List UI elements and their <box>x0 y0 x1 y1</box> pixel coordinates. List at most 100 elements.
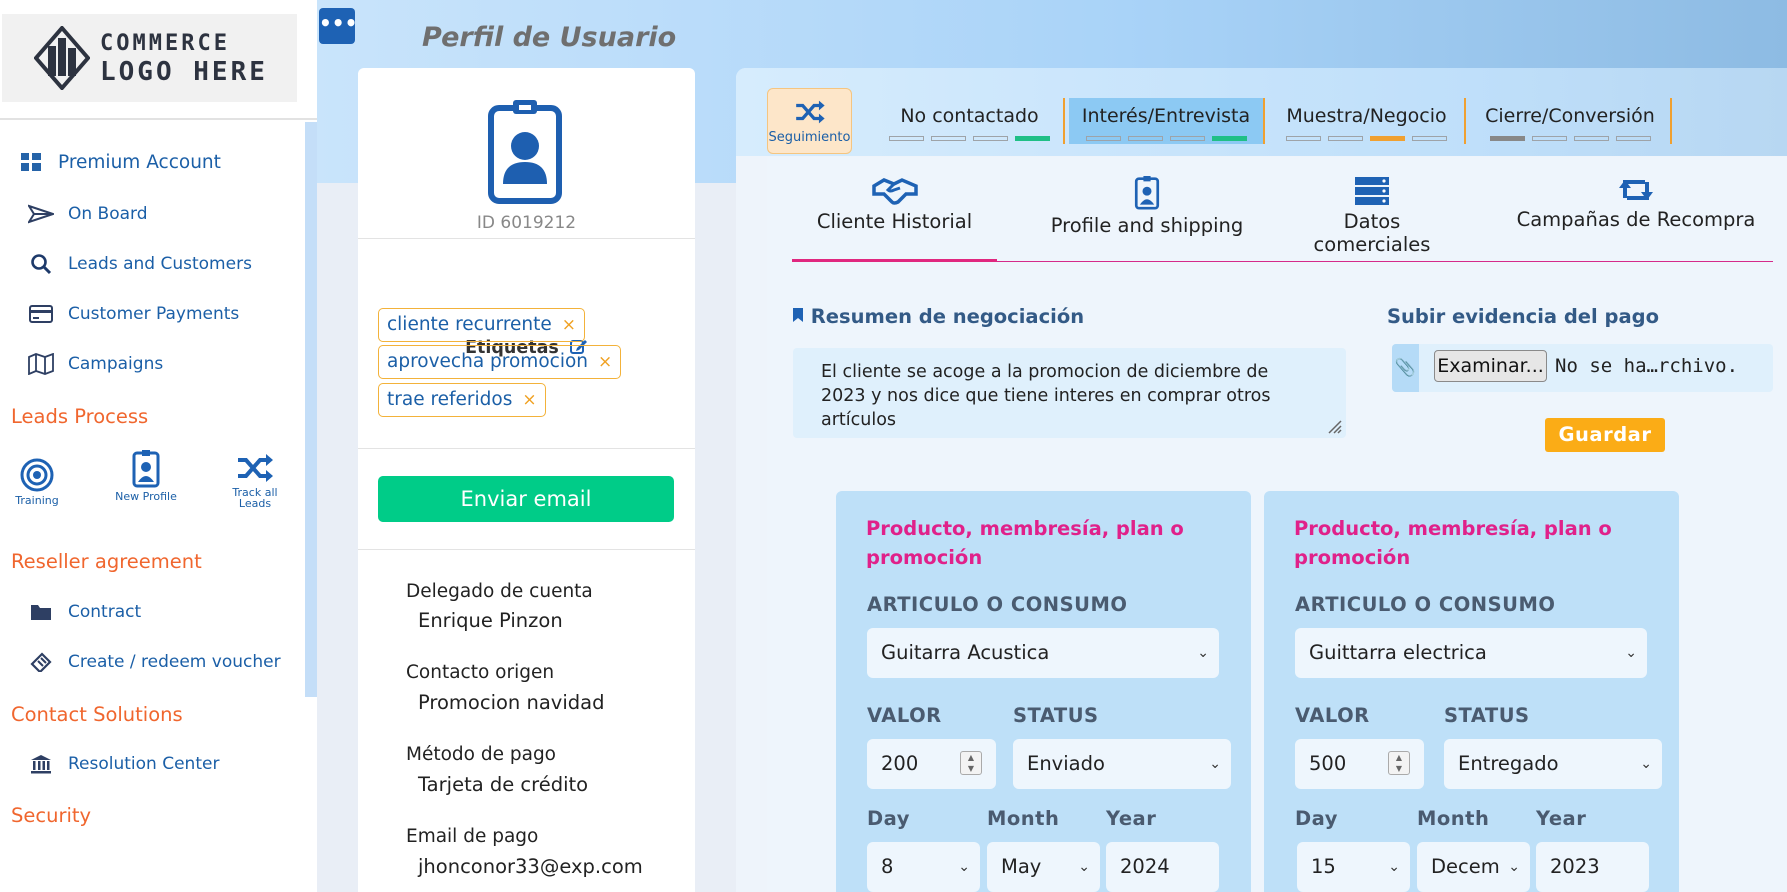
tab-cliente-historial[interactable]: Cliente Historial <box>792 176 997 233</box>
tag-label: trae referidos <box>387 389 513 410</box>
stage-label: No contactado <box>900 105 1039 127</box>
chevron-down-icon: ⌄ <box>1640 756 1652 772</box>
payment-email-label: Email de pago <box>406 826 539 847</box>
stage-muestra-negocio[interactable]: Muestra/Negocio <box>1269 98 1466 144</box>
status-select[interactable]: Enviado ⌄ <box>1013 739 1231 789</box>
valor-input[interactable]: 200 ▲ ▼ <box>867 739 996 789</box>
valor-value: 200 <box>881 752 919 775</box>
section-reseller-agreement: Reseller agreement <box>11 550 202 573</box>
stage-interes-entrevista[interactable]: Interés/Entrevista <box>1069 98 1265 144</box>
month-label: Month <box>987 807 1060 830</box>
file-input[interactable]: 📎 Examinar... No se ha…rchivo. <box>1392 344 1773 392</box>
month-label: Month <box>1417 807 1490 830</box>
file-status: No se ha…rchivo. <box>1555 355 1739 377</box>
sidebar-item-customer-payments[interactable]: Customer Payments <box>28 303 239 325</box>
product-card-title: Producto, membresía, plan o promoción <box>866 517 1184 569</box>
sidebar-scrollbar[interactable] <box>305 122 317 697</box>
status-select[interactable]: Entregado ⌄ <box>1444 739 1662 789</box>
tab-profile-and-shipping[interactable]: Profile and shipping <box>1047 176 1247 237</box>
commerce-logo[interactable]: COMMERCE LOGO HERE <box>2 14 297 102</box>
process-label: New Profile <box>115 490 177 503</box>
sidebar-item-resolution-center[interactable]: Resolution Center <box>28 753 219 775</box>
tab-datos-comerciales[interactable]: Datos comerciales <box>1284 176 1460 256</box>
negotiation-textarea[interactable]: El cliente se acoge a la promocion de di… <box>793 348 1346 438</box>
status-value: Enviado <box>1027 752 1105 775</box>
seguimiento-button[interactable]: Seguimiento <box>767 88 852 154</box>
send-email-button[interactable]: Enviar email <box>378 476 674 522</box>
stepper-icon[interactable]: ▲ ▼ <box>960 751 982 775</box>
month-value: Decem <box>1431 855 1500 878</box>
article-select[interactable]: Guittarra electrica ⌄ <box>1295 628 1647 678</box>
negotiation-heading: Resumen de negociación <box>792 305 1084 328</box>
chevron-down-icon: ⌄ <box>1078 859 1090 875</box>
sidebar-divider <box>0 118 317 120</box>
handshake-icon <box>871 178 918 205</box>
valor-input[interactable]: 500 ▲ ▼ <box>1295 739 1424 789</box>
process-track-all-leads[interactable]: Track all Leads <box>220 452 290 509</box>
stage-label: Interés/Entrevista <box>1081 105 1251 127</box>
article-value: Guittarra electrica <box>1309 641 1487 664</box>
tag-chip[interactable]: aprovecha promocion × <box>378 345 622 379</box>
tag-chip[interactable]: trae referidos × <box>378 383 546 417</box>
save-button[interactable]: Guardar <box>1545 418 1665 452</box>
tab-label: Campañas de Recompra <box>1516 208 1756 231</box>
tab-label: Profile and shipping <box>1050 214 1244 237</box>
section-security[interactable]: Security <box>11 804 91 827</box>
remove-tag-icon[interactable]: × <box>598 352 612 372</box>
menu-button[interactable]: ••• <box>319 8 358 44</box>
negotiation-text: El cliente se acoge a la promocion de di… <box>821 362 1271 430</box>
stepper-icon[interactable]: ▲ ▼ <box>1388 751 1410 775</box>
chevron-down-icon: ⌄ <box>958 859 970 875</box>
logo-line-2: LOGO HERE <box>100 57 268 87</box>
process-training[interactable]: Training <box>2 458 72 506</box>
valor-value: 500 <box>1309 752 1347 775</box>
divider <box>358 238 695 239</box>
sidebar-item-leads-and-customers[interactable]: Leads and Customers <box>28 253 252 275</box>
month-select[interactable]: Decem ⌄ <box>1417 842 1530 892</box>
sidebar-item-on-board[interactable]: On Board <box>28 203 148 225</box>
day-label: Day <box>867 807 910 830</box>
sidebar-item-label: Premium Account <box>58 151 221 173</box>
remove-tag-icon[interactable]: × <box>562 315 576 335</box>
status-label: STATUS <box>1444 704 1530 727</box>
process-label: Track all Leads <box>232 486 278 510</box>
sidebar-item-label: Customer Payments <box>68 304 240 324</box>
bookmark-icon <box>793 308 803 322</box>
stage-cierre-conversion[interactable]: Cierre/Conversión <box>1470 98 1672 144</box>
sidebar-item-campaigns[interactable]: Campaigns <box>28 353 163 375</box>
sidebar-item-label: Resolution Center <box>68 754 220 774</box>
sidebar-item-contract[interactable]: Contract <box>28 601 141 623</box>
tag-label: aprovecha promocion <box>387 351 588 372</box>
profile-id: ID 6019212 <box>476 213 577 233</box>
month-value: May <box>1001 855 1042 878</box>
stage-progress <box>1269 136 1464 141</box>
sidebar-item-voucher[interactable]: Create / redeem voucher <box>28 651 281 673</box>
payment-email-value: jhonconor33@exp.com <box>418 855 643 878</box>
chevron-down-icon: ⌄ <box>1209 756 1221 772</box>
status-value: Entregado <box>1458 752 1559 775</box>
sidebar-item-premium-account[interactable]: Premium Account <box>18 151 221 173</box>
sidebar-item-label: Leads and Customers <box>68 254 252 274</box>
day-select[interactable]: 8 ⌄ <box>867 842 980 892</box>
tab-campanas-de-recompra[interactable]: Campañas de Recompra <box>1516 176 1756 231</box>
year-input[interactable]: 2024 <box>1106 842 1219 892</box>
stage-no-contactado[interactable]: No contactado <box>876 98 1065 144</box>
month-select[interactable]: May ⌄ <box>987 842 1100 892</box>
day-select[interactable]: 15 ⌄ <box>1297 842 1410 892</box>
product-card-title: Producto, membresía, plan o promoción <box>1294 517 1612 569</box>
year-input[interactable]: 2023 <box>1536 842 1649 892</box>
sidebar-item-label: Contract <box>68 602 142 622</box>
section-contact-solutions: Contact Solutions <box>11 703 183 726</box>
active-tab-indicator <box>792 259 997 262</box>
article-select[interactable]: Guitarra Acustica ⌄ <box>867 628 1219 678</box>
tag-chip[interactable]: cliente recurrente × <box>378 308 586 342</box>
resize-handle-icon[interactable] <box>1326 418 1342 434</box>
remove-tag-icon[interactable]: × <box>522 390 536 410</box>
menu-dots-icon: ••• <box>319 11 358 35</box>
browse-button[interactable]: Examinar... <box>1434 350 1547 382</box>
year-label: Year <box>1536 807 1587 830</box>
ticket-icon <box>28 651 54 673</box>
stage-progress <box>1470 136 1670 141</box>
sidebar-item-label: Create / redeem voucher <box>68 652 281 672</box>
process-new-profile[interactable]: New Profile <box>111 450 181 502</box>
